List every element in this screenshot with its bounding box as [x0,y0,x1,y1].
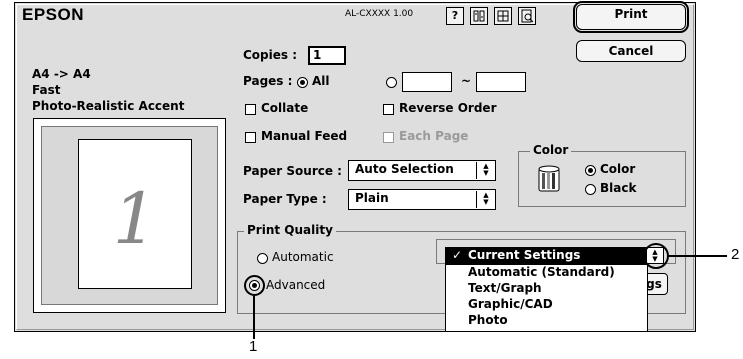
popup-arrows-icon: ▲ ▼ [483,191,489,206]
pages-from-input[interactable] [402,72,452,92]
copies-input[interactable]: 1 [308,46,346,65]
color-radio[interactable] [585,165,596,176]
advanced-label: Advanced [266,278,326,292]
callout-number-2: 2 [731,246,740,263]
black-radio[interactable] [585,184,596,195]
layout-icon[interactable] [494,7,512,25]
paper-source-select[interactable]: Auto Selection ▲ ▼ [348,160,496,181]
paper-type-value: Plain [355,191,389,205]
menu-item-current-settings[interactable]: ✓ Current Settings [446,248,647,265]
print-button[interactable]: Print [573,1,689,33]
preview-icon[interactable] [518,7,536,25]
pages-label: Pages : [243,74,293,88]
pages-all-label: All [312,74,330,88]
print-quality-title: Print Quality [244,223,336,237]
collate-label: Collate [261,101,309,115]
settings-dropdown-menu[interactable]: ✓ Current Settings Automatic (Standard) … [445,247,648,332]
color-radio-label: Color [600,162,636,176]
paper-size-summary: A4 -> A4 [32,67,91,81]
manual-feed-label: Manual Feed [261,129,348,143]
pages-range-separator: ~ [461,74,472,88]
reverse-order-checkbox[interactable] [383,104,394,115]
collate-checkbox[interactable] [245,104,256,115]
each-page-checkbox [383,132,394,143]
callout-line-2 [669,255,727,257]
menu-item-photo[interactable]: Photo [468,313,508,327]
preview-page: 1 [78,139,192,289]
advanced-radio[interactable] [249,280,260,291]
pages-all-radio[interactable] [297,77,308,88]
ink-cartridge-icon [536,163,562,196]
menu-item-graphic-cad[interactable]: Graphic/CAD [468,297,553,311]
model-version: AL-CXXXX 1.00 [345,9,414,19]
page-preview: 1 [33,118,226,313]
automatic-label: Automatic [272,250,334,264]
menu-item-automatic-standard[interactable]: Automatic (Standard) [468,265,615,279]
quality-summary: Fast [32,83,61,97]
pages-range-radio[interactable] [386,77,397,88]
popup-arrows-icon: ▲ ▼ [652,248,658,263]
pages-to-input[interactable] [476,72,526,92]
preview-page-number: 1 [112,178,158,260]
mode-summary: Photo-Realistic Accent [32,99,185,113]
cancel-button[interactable]: Cancel [576,40,686,62]
paper-source-label: Paper Source : [243,164,342,178]
copies-label: Copies : [243,48,298,62]
callout-number-1: 1 [249,338,258,355]
paper-source-value: Auto Selection [355,162,454,176]
brand-logo: EPSON [22,5,85,24]
automatic-radio[interactable] [257,253,268,264]
paper-type-select[interactable]: Plain ▲ ▼ [348,189,496,210]
popup-arrows-icon: ▲ ▼ [483,162,489,177]
paper-type-label: Paper Type : [243,192,327,206]
manual-feed-checkbox[interactable] [245,132,256,143]
reverse-order-label: Reverse Order [399,101,497,115]
callout-line-1 [253,296,255,339]
black-radio-label: Black [600,181,637,195]
color-group-title: Color [530,143,572,157]
help-icon[interactable]: ? [446,7,464,25]
menu-item-text-graph[interactable]: Text/Graph [468,281,542,295]
copies-value: 1 [313,48,322,62]
printer-utility-icon[interactable] [470,7,488,25]
each-page-label: Each Page [399,129,469,143]
check-icon: ✓ [452,248,463,262]
